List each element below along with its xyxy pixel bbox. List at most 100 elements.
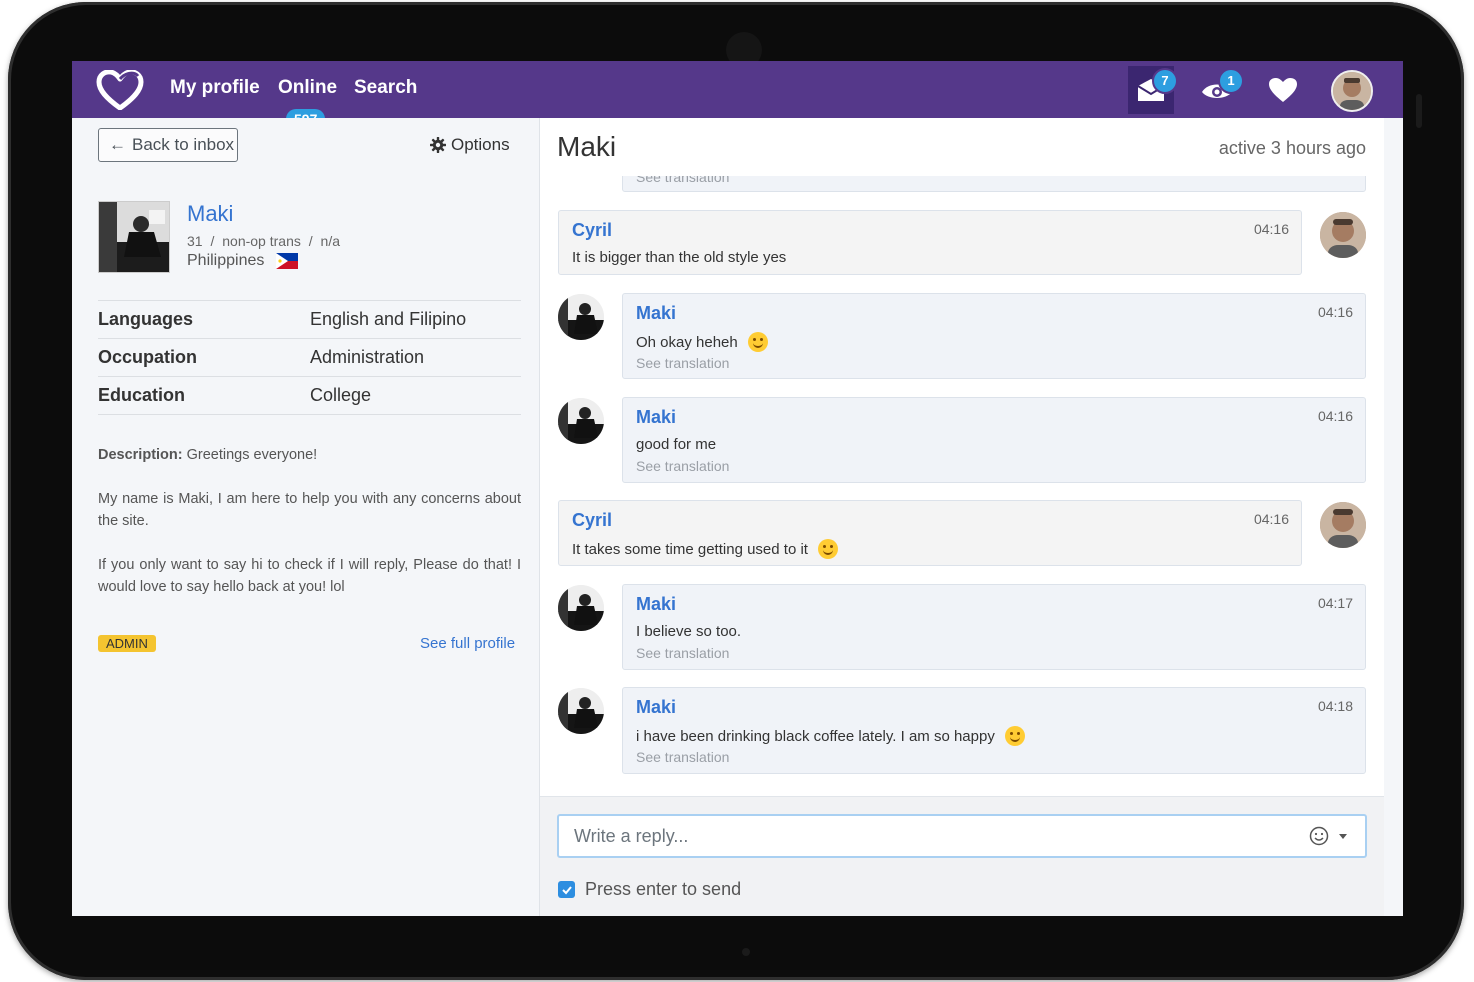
message-bubble: Maki 04:16 good for me See translation bbox=[622, 397, 1366, 483]
messages-badge: 7 bbox=[1152, 68, 1178, 94]
maki-avatar[interactable] bbox=[558, 294, 604, 340]
side-button bbox=[1416, 94, 1422, 128]
options-button[interactable]: Options bbox=[430, 135, 510, 155]
profile-photo-image bbox=[99, 202, 169, 272]
app-screen: My profile Online Search 597 7 1 bbox=[72, 61, 1403, 916]
arrow-left-icon: ← bbox=[109, 135, 126, 154]
message-text-content: I believe so too. bbox=[636, 623, 742, 640]
see-translation-link[interactable]: See translation bbox=[636, 645, 729, 661]
cyril-avatar[interactable] bbox=[1320, 502, 1366, 548]
profile-meta: 31 / non-op trans / n/a bbox=[187, 233, 340, 249]
top-navbar: My profile Online Search 597 7 1 bbox=[72, 61, 1403, 129]
reply-box bbox=[557, 814, 1367, 858]
options-label: Options bbox=[451, 135, 510, 154]
chat-title: Maki bbox=[557, 131, 617, 162]
smiley-emoji-icon bbox=[747, 332, 768, 352]
philippines-flag-icon bbox=[276, 253, 299, 269]
maki-avatar-image bbox=[558, 294, 604, 340]
press-enter-checkbox[interactable] bbox=[558, 881, 575, 898]
message-time: 04:16 bbox=[1317, 304, 1353, 320]
description-first: Greetings everyone! bbox=[186, 447, 318, 463]
see-full-profile-link[interactable]: See full profile bbox=[420, 635, 515, 652]
info-value: College bbox=[310, 385, 372, 405]
message-text-content: good for me bbox=[636, 436, 717, 453]
maki-avatar[interactable] bbox=[558, 688, 604, 734]
emoji-picker-button[interactable] bbox=[1309, 826, 1349, 846]
description-label: Description: bbox=[98, 447, 183, 463]
profile-sidebar: ← Back to inbox Options Maki 31 / non-op… bbox=[72, 118, 540, 916]
maki-avatar[interactable] bbox=[558, 398, 604, 444]
heart-icon bbox=[1269, 78, 1297, 102]
message-author[interactable]: Maki bbox=[636, 303, 676, 324]
info-row-education: Education College bbox=[98, 376, 521, 415]
maki-avatar-image bbox=[558, 688, 604, 734]
views-badge: 1 bbox=[1218, 68, 1244, 94]
message-text-content: It takes some time getting used to it bbox=[572, 540, 808, 558]
smiley-emoji-icon bbox=[1004, 726, 1025, 746]
message-author[interactable]: Maki bbox=[636, 594, 676, 615]
profile-country: Philippines bbox=[187, 252, 299, 270]
favorites-button[interactable] bbox=[1260, 66, 1306, 114]
message-text: I believe so too. bbox=[636, 623, 741, 640]
user-avatar[interactable] bbox=[1331, 70, 1373, 112]
message-bubble: Cyril 04:16 It is bigger than the old st… bbox=[558, 210, 1302, 275]
site-logo-icon[interactable] bbox=[96, 70, 144, 110]
message-text: i have been drinking black coffee lately… bbox=[636, 726, 1025, 746]
profile-views-button[interactable]: 1 bbox=[1194, 66, 1244, 114]
message-text-content: It is bigger than the old style yes bbox=[572, 249, 787, 266]
message-time: 04:17 bbox=[1317, 595, 1353, 611]
message-bubble: Maki 04:17 I believe so too. See transla… bbox=[622, 584, 1366, 670]
nav-search[interactable]: Search bbox=[354, 77, 417, 99]
message-bubble: Cyril 04:16 It takes some time getting u… bbox=[558, 500, 1302, 566]
message-time: 04:18 bbox=[1317, 698, 1353, 714]
message-author[interactable]: Maki bbox=[636, 407, 676, 428]
description-paragraph: My name is Maki, I am here to help you w… bbox=[98, 491, 521, 529]
message-author[interactable]: Maki bbox=[636, 697, 676, 718]
checkmark-icon bbox=[561, 885, 572, 894]
chat-active-status: active 3 hours ago bbox=[1218, 138, 1366, 158]
country-name: Philippines bbox=[187, 252, 265, 269]
maki-avatar-image bbox=[558, 585, 604, 631]
reply-area: Press enter to send bbox=[540, 796, 1384, 916]
cyril-avatar-image bbox=[1320, 212, 1366, 258]
message-bubble: Maki 04:18 i have been drinking black co… bbox=[622, 687, 1366, 774]
press-enter-label: Press enter to send bbox=[585, 879, 742, 899]
nav-online[interactable]: Online bbox=[278, 77, 337, 99]
profile-extra: n/a bbox=[320, 233, 340, 249]
profile-description: Description: Greetings everyone! My name… bbox=[98, 444, 521, 620]
message-text-content: i have been drinking black coffee lately… bbox=[636, 727, 995, 745]
message-text-content: Oh okay heheh bbox=[636, 333, 738, 351]
see-translation-link[interactable]: See translation bbox=[636, 355, 729, 371]
info-label: Languages bbox=[98, 309, 194, 329]
back-to-inbox-button[interactable]: ← Back to inbox bbox=[98, 128, 238, 162]
message-text: Oh okay heheh bbox=[636, 332, 768, 352]
smiley-icon bbox=[1309, 826, 1329, 846]
press-enter-option[interactable]: Press enter to send bbox=[558, 879, 741, 900]
user-face-icon bbox=[1333, 72, 1371, 110]
messages-button[interactable]: 7 bbox=[1128, 66, 1178, 114]
cyril-avatar[interactable] bbox=[1320, 212, 1366, 258]
info-label: Education bbox=[98, 385, 186, 405]
profile-photo[interactable] bbox=[98, 201, 170, 273]
message-text: good for me bbox=[636, 436, 716, 453]
profile-info-table: Languages English and Filipino Occupatio… bbox=[98, 300, 521, 415]
message-author[interactable]: Cyril bbox=[572, 220, 612, 241]
message-time: 04:16 bbox=[1253, 511, 1289, 527]
maki-avatar-image bbox=[558, 398, 604, 444]
reply-input[interactable] bbox=[572, 816, 1276, 856]
see-translation-link[interactable]: See translation bbox=[636, 458, 729, 474]
back-to-inbox-label: Back to inbox bbox=[132, 135, 235, 154]
cyril-avatar-image bbox=[1320, 502, 1366, 548]
info-label: Occupation bbox=[98, 347, 198, 367]
see-translation-link[interactable]: See translation bbox=[636, 176, 729, 185]
nav-my-profile[interactable]: My profile bbox=[170, 77, 260, 99]
message-author[interactable]: Cyril bbox=[572, 510, 612, 531]
caret-down-icon bbox=[1339, 834, 1347, 839]
profile-name[interactable]: Maki bbox=[187, 201, 233, 227]
message-text: It is bigger than the old style yes bbox=[572, 249, 786, 266]
see-translation-link[interactable]: See translation bbox=[636, 749, 729, 765]
maki-avatar[interactable] bbox=[558, 585, 604, 631]
description-paragraph: If you only want to say hi to check if I… bbox=[98, 557, 521, 595]
message-time: 04:16 bbox=[1253, 221, 1289, 237]
message-thread[interactable]: See translation Cyril 04:16 It is bigger… bbox=[540, 176, 1384, 796]
